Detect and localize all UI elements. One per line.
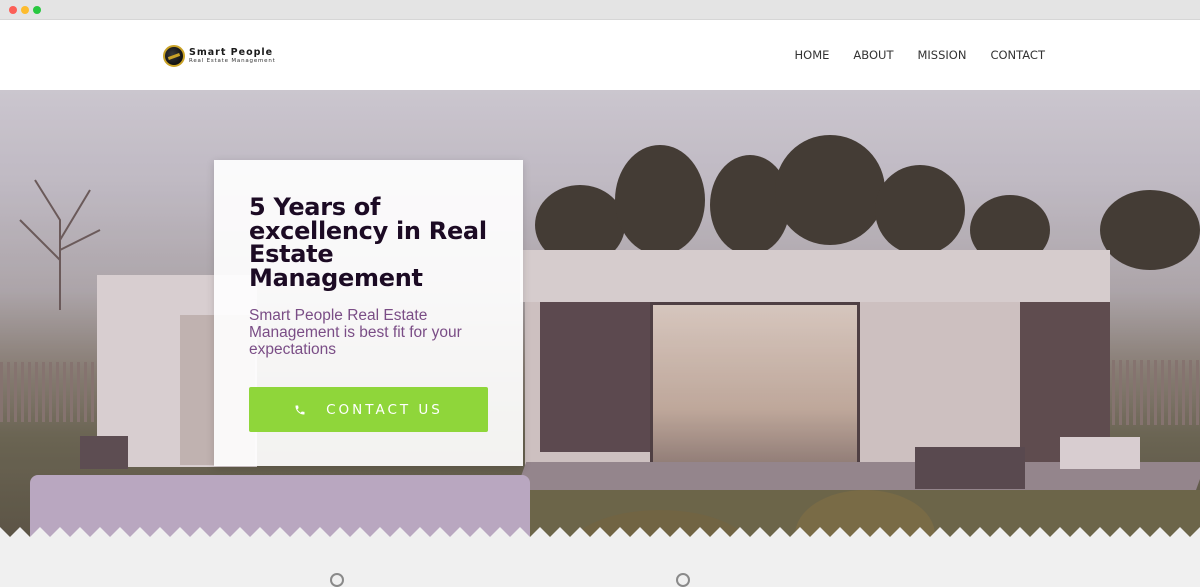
hero-background-image <box>0 90 1200 537</box>
section-icon-right <box>676 573 690 587</box>
nav-item-contact[interactable]: CONTACT <box>990 48 1045 62</box>
contact-us-button[interactable]: CONTACT US <box>249 387 488 432</box>
hero-card: 5 Years of excellency in Real Estate Man… <box>214 160 523 466</box>
next-section <box>0 537 1200 577</box>
hero-subtitle: Smart People Real Estate Management is b… <box>249 307 462 358</box>
nav-item-mission[interactable]: MISSION <box>917 48 966 62</box>
main-nav: HOME ABOUT MISSION CONTACT <box>795 48 1045 62</box>
section-icon-left <box>330 573 344 587</box>
logo-subtitle: Real Estate Management <box>189 57 276 64</box>
phone-icon <box>295 405 305 414</box>
nav-item-about[interactable]: ABOUT <box>853 48 893 62</box>
window-maximize-dot[interactable] <box>33 6 41 14</box>
logo-text: Smart People Real Estate Management <box>189 48 276 64</box>
hero-title: 5 Years of excellency in Real Estate Man… <box>249 193 487 292</box>
zigzag-divider <box>0 527 1200 539</box>
window-minimize-dot[interactable] <box>21 6 29 14</box>
nav-item-home[interactable]: HOME <box>795 48 830 62</box>
logo-title: Smart People <box>189 47 274 58</box>
site-logo[interactable]: Smart People Real Estate Management <box>163 45 276 67</box>
site-header: Smart People Real Estate Management HOME… <box>0 20 1200 90</box>
window-close-dot[interactable] <box>9 6 17 14</box>
browser-chrome <box>0 0 1200 20</box>
logo-emblem-icon <box>163 45 185 67</box>
hero-tint-overlay <box>0 90 1200 537</box>
contact-us-label: CONTACT US <box>326 401 443 418</box>
